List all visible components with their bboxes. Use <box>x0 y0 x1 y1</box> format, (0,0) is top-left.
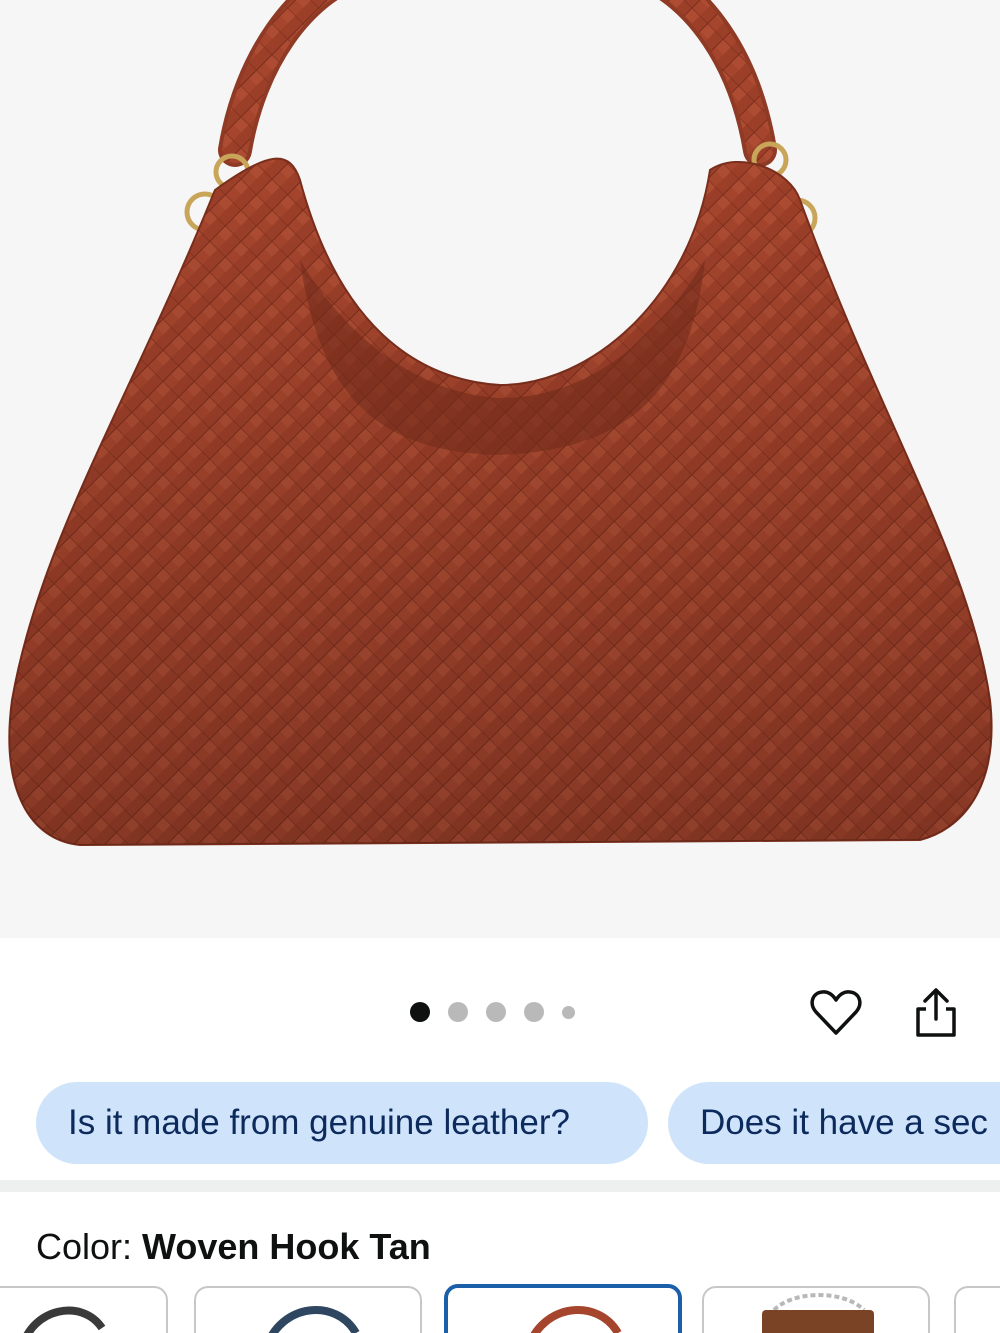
carousel-dot-4[interactable] <box>524 1002 544 1022</box>
color-swatch-woven-hook-tan[interactable] <box>444 1284 682 1333</box>
color-swatch-more[interactable] <box>954 1286 1000 1333</box>
share-button[interactable] <box>910 985 962 1041</box>
color-swatch-woven-hook-navy[interactable] <box>194 1286 422 1333</box>
carousel-dot-1[interactable] <box>410 1002 430 1022</box>
color-label-prefix: Color: <box>36 1226 143 1267</box>
favorite-button[interactable] <box>808 985 864 1041</box>
heart-outline-icon <box>810 990 862 1035</box>
carousel-dot-5[interactable] <box>562 1005 575 1019</box>
section-divider <box>0 1180 1000 1192</box>
woven-bag-illustration <box>8 0 993 847</box>
suggested-questions: Is it made from genuine leather? Does it… <box>0 1082 1000 1164</box>
swatch-thumbnail <box>268 1306 360 1333</box>
swatch-thumbnail <box>530 1306 622 1333</box>
question-chip[interactable]: Does it have a sec <box>668 1082 1000 1164</box>
question-chip[interactable]: Is it made from genuine leather? <box>36 1082 648 1164</box>
swatch-thumbnail <box>23 1306 106 1333</box>
swatch-thumbnail <box>762 1293 874 1333</box>
color-value: Woven Hook Tan <box>142 1226 431 1267</box>
carousel-dot-3[interactable] <box>486 1002 506 1022</box>
color-selection-label: Color: Woven Hook Tan <box>36 1226 431 1268</box>
carousel-dot-2[interactable] <box>448 1002 468 1022</box>
color-swatch-woven-hook-black[interactable] <box>0 1286 168 1333</box>
color-swatch-quilted-brown[interactable] <box>702 1286 930 1333</box>
carousel-indicator[interactable] <box>410 1000 575 1024</box>
product-image[interactable] <box>0 0 1000 938</box>
color-swatch-row <box>0 1284 1000 1333</box>
share-icon <box>916 988 956 1037</box>
